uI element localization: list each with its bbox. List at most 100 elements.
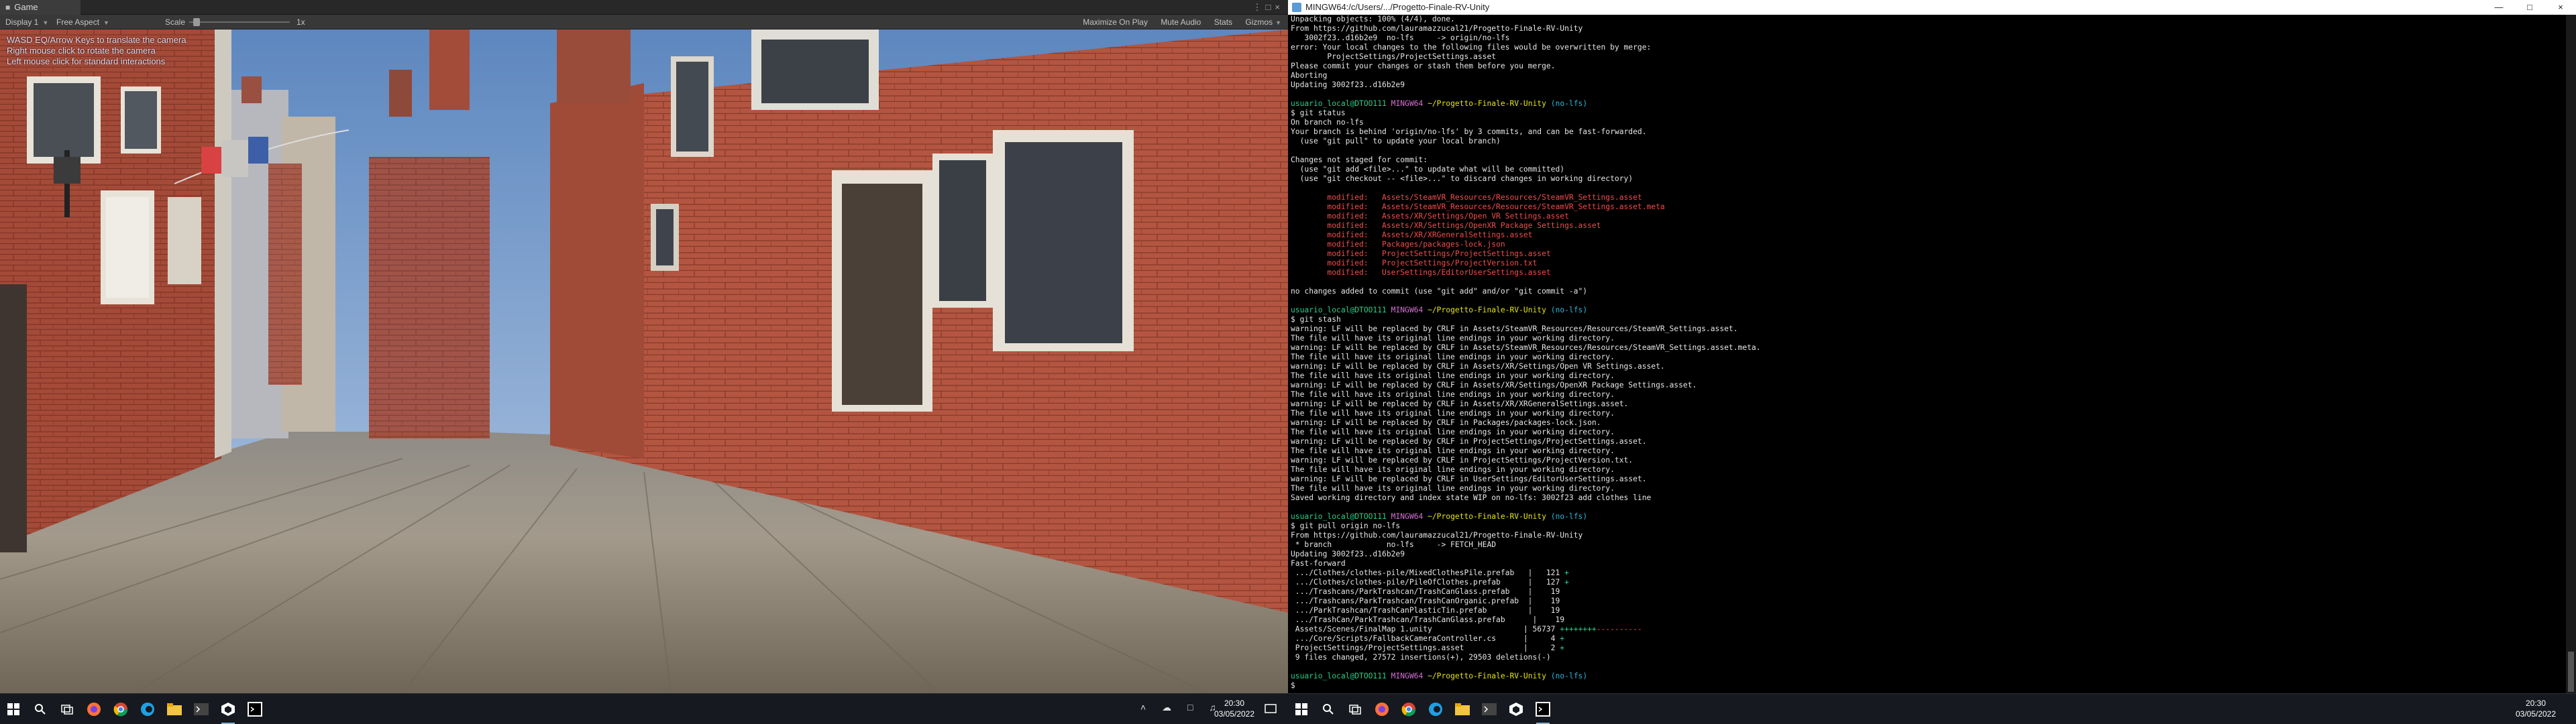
terminal-icon[interactable] [1480, 700, 1499, 719]
edge-icon[interactable] [138, 700, 157, 719]
diffstat-insertions: + [1564, 578, 1569, 587]
terminal-line: error: Your local changes to the followi… [1291, 43, 1652, 52]
terminal-line: warning: LF will be replaced by CRLF in … [1291, 324, 1738, 333]
tab-game[interactable]: ■ Game [0, 0, 80, 15]
terminal-line: Saved working directory and index state … [1291, 493, 1652, 502]
scale-label: Scale [165, 17, 186, 27]
terminal-line: modified: ProjectSettings/ProjectSetting… [1291, 249, 1551, 258]
firefox-icon[interactable] [85, 700, 103, 719]
stats-toggle[interactable]: Stats [1214, 17, 1232, 27]
prompt-path: ~/Progetto-Finale-RV-Unity [1428, 512, 1546, 521]
clock-date: 03/05/2022 [2515, 709, 2557, 719]
terminal-line: 9 files changed, 27572 insertions(+), 29… [1291, 653, 1551, 662]
maximize-on-play-toggle[interactable]: Maximize On Play [1083, 17, 1148, 27]
display-dropdown[interactable]: Display 1 ▼ [5, 15, 48, 29]
diffstat-file: .../Trashcans/ParkTrashcan/TrashCanGlass… [1291, 587, 1565, 596]
unity-icon[interactable] [1507, 700, 1525, 719]
notification-icon[interactable] [1261, 700, 1280, 719]
firefox-icon[interactable] [1373, 700, 1391, 719]
prompt-host: MINGW64 [1391, 306, 1424, 314]
terminal-line: From https://github.com/lauramazzucal21/… [1291, 531, 1583, 540]
windows-logo-icon[interactable] [1292, 700, 1311, 719]
chevron-down-icon: ▼ [1275, 19, 1281, 26]
prompt-path: ~/Progetto-Finale-RV-Unity [1428, 672, 1546, 680]
scale-slider-handle[interactable] [193, 18, 200, 26]
terminal-line: warning: LF will be replaced by CRLF in … [1291, 343, 1761, 352]
gizmos-dropdown[interactable]: Gizmos [1245, 17, 1273, 27]
git-bash-icon[interactable] [1534, 700, 1552, 724]
aspect-label: Free Aspect [56, 17, 100, 27]
file-explorer-icon[interactable] [165, 700, 184, 719]
task-view-icon[interactable] [1346, 700, 1364, 719]
terminal-icon[interactable] [192, 700, 211, 719]
terminal-line: Updating 3002f23..d16b2e9 [1291, 550, 1405, 558]
diffstat-insertions: + [1564, 568, 1569, 577]
taskbar-clock[interactable]: 20:30 03/05/2022 [2509, 698, 2563, 719]
terminal-line: warning: LF will be replaced by CRLF in … [1291, 381, 1697, 389]
taskbar-left: ˄ ☁ □ ♫ 20:30 03/05/2022 [0, 693, 1288, 724]
prompt-branch: (no-lfs) [1550, 512, 1588, 521]
scale-slider-track[interactable] [189, 21, 290, 23]
terminal-line: The file will have its original line end… [1291, 334, 1615, 343]
close-button[interactable]: × [2545, 0, 2576, 15]
clock-date: 03/05/2022 [1214, 709, 1255, 719]
prompt-branch: (no-lfs) [1550, 306, 1588, 314]
terminal-line: Your branch is behind 'origin/no-lfs' by… [1291, 127, 1647, 136]
edge-icon[interactable] [1426, 700, 1445, 719]
terminal-line: (use "git checkout -- <file>..." to disc… [1291, 174, 1633, 183]
terminal-line: .../TrashCan/ParkTrashcan/TrashCanGlass.… [1288, 615, 2566, 625]
terminal-line: warning: LF will be replaced by CRLF in … [1291, 475, 1647, 483]
git-bash-icon[interactable] [246, 700, 264, 719]
terminal-line: modified: Assets/XR/Settings/OpenXR Pack… [1291, 221, 1601, 230]
terminal-line: modified: Packages/packages-lock.json [1291, 240, 1505, 249]
chrome-icon[interactable] [1399, 700, 1418, 719]
terminal-line: .../ParkTrashcan/TrashCanPlasticTin.pref… [1288, 606, 2566, 615]
terminal-line: Assets/Scenes/FinalMap 1.unity | 56737 +… [1288, 625, 2566, 634]
prompt-user: usuario_local@DTOO111 [1291, 672, 1387, 680]
terminal-line: The file will have its original line end… [1291, 353, 1615, 361]
maximize-button[interactable]: □ [2514, 0, 2545, 15]
task-view-icon[interactable] [58, 700, 76, 719]
diffstat-insertions: + [1560, 634, 1565, 643]
terminal-prompt-line: usuario_local@DTOO111 MINGW64 ~/Progetto… [1288, 306, 2566, 315]
diffstat-file: .../Clothes/clothes-pile/PileOfClothes.p… [1291, 578, 1565, 587]
terminal-line: On branch no-lfs [1291, 118, 1364, 127]
windows-logo-icon[interactable] [4, 700, 23, 719]
terminal-line: ProjectSettings/ProjectSettings.asset | … [1288, 644, 2566, 653]
scrollbar-thumb[interactable] [2568, 652, 2574, 692]
controls-hint: WASD EQ/Arrow Keys to translate the came… [7, 35, 186, 67]
minimize-button[interactable]: — [2483, 0, 2514, 15]
terminal-line: $ git status [1291, 109, 1346, 117]
tab-game-label: Game [14, 2, 38, 12]
tab-menu-icon[interactable]: ⋮□× [1253, 0, 1284, 15]
mute-audio-toggle[interactable]: Mute Audio [1161, 17, 1201, 27]
game-viewport[interactable]: WASD EQ/Arrow Keys to translate the came… [0, 29, 1288, 693]
chrome-icon[interactable] [111, 700, 130, 719]
terminal-output[interactable]: Unpacking objects: 100% (4/4), done. From… [1288, 15, 2566, 693]
file-explorer-icon[interactable] [1453, 700, 1472, 719]
terminal-line: modified: Assets/SteamVR_Resources/Resou… [1291, 202, 1665, 211]
prompt-user: usuario_local@DTOO111 [1291, 99, 1387, 108]
terminal-line: $ git stash [1291, 315, 1341, 324]
display-label: Display 1 [5, 17, 39, 27]
aspect-dropdown[interactable]: Free Aspect ▼ [56, 15, 109, 29]
terminal-scrollbar[interactable] [2566, 15, 2576, 693]
clock-time: 20:30 [1224, 699, 1245, 708]
right-monitor: MINGW64:/c/Users/.../Progetto-Finale-RV-… [1288, 0, 2576, 693]
diffstat-file: Assets/Scenes/FinalMap 1.unity | 56737 [1291, 625, 1560, 634]
terminal-line: warning: LF will be replaced by CRLF in … [1291, 362, 1665, 371]
unity-icon[interactable] [219, 700, 237, 724]
taskbar-clock[interactable]: 20:30 03/05/2022 [1208, 698, 1261, 719]
search-icon[interactable] [31, 700, 50, 719]
terminal-title-bar[interactable]: MINGW64:/c/Users/.../Progetto-Finale-RV-… [1288, 0, 2576, 15]
terminal-line: (use "git add <file>..." to update what … [1291, 165, 1565, 174]
street-scene-render [0, 29, 1288, 693]
hud-line: Right mouse click to rotate the camera [7, 46, 156, 56]
search-icon[interactable] [1319, 700, 1338, 719]
